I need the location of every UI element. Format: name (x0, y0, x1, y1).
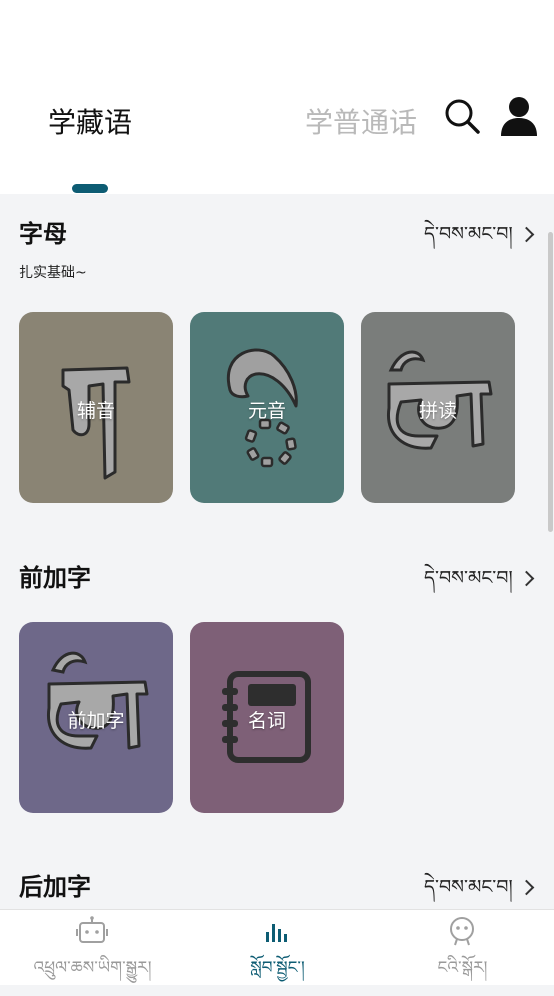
card-prefix[interactable]: 前加字 (19, 622, 173, 813)
bar-chart-icon (266, 924, 287, 942)
card-label: 名词 (247, 710, 286, 732)
section-title-prefix: 前加字 (19, 564, 91, 592)
section-title-suffix: 后加字 (19, 873, 91, 901)
section-subtitle-letters: 扎实基础~ (19, 265, 87, 281)
card-label: 前加字 (67, 710, 125, 732)
more-label: དེ་བས་མང་བ། (424, 567, 513, 589)
nav-label: སློབ་སྦྱོང་། (250, 958, 305, 978)
tab-active-indicator (72, 184, 108, 193)
nav-item-translate[interactable]: འཕྲུལ་ཆས་ཡིག་སྒྱུར། (0, 910, 185, 985)
more-link-prefix[interactable]: དེ་བས་མང་བ། (424, 556, 534, 610)
nav-item-learn[interactable]: སློབ་སྦྱོང་། (185, 910, 370, 985)
robot-icon (76, 916, 108, 943)
chevron-right-icon (518, 226, 534, 243)
header: 学藏语 学普通话 (0, 0, 554, 194)
card-label: 辅音 (76, 400, 115, 422)
scrollbar[interactable] (548, 232, 553, 532)
card-spelling[interactable]: 拼读 (361, 312, 515, 503)
card-label: 元音 (247, 400, 286, 422)
face-icon (450, 917, 474, 946)
more-label: དེ་བས་མང་བ། (424, 223, 513, 245)
section-title-letters: 字母 (19, 220, 67, 248)
bottom-nav: འཕྲུལ་ཆས་ཡིག་སྒྱུར། སློབ་སྦྱོང་། ངའི་སྒོ… (0, 909, 554, 985)
search-icon[interactable] (444, 98, 480, 134)
chevron-right-icon (518, 570, 534, 587)
nav-item-me[interactable]: ངའི་སྒོར། (370, 910, 554, 985)
tab-learn-mandarin[interactable]: 学普通话 (305, 101, 417, 141)
chevron-right-icon (518, 879, 534, 896)
card-consonants[interactable]: 辅音 (19, 312, 173, 503)
more-link-letters[interactable]: དེ་བས་མང་བ། (424, 212, 534, 266)
card-nouns[interactable]: 名词 (190, 622, 344, 813)
nav-label: ངའི་སྒོར། (437, 958, 488, 978)
nav-label: འཕྲུལ་ཆས་ཡིག་སྒྱུར། (33, 958, 152, 978)
card-label: 拼读 (418, 400, 457, 422)
tab-learn-tibetan[interactable]: 学藏语 (48, 101, 132, 141)
card-vowels[interactable]: 元音 (190, 312, 344, 503)
profile-icon[interactable] (500, 96, 538, 136)
more-label: དེ་བས་མང་བ། (424, 876, 513, 898)
